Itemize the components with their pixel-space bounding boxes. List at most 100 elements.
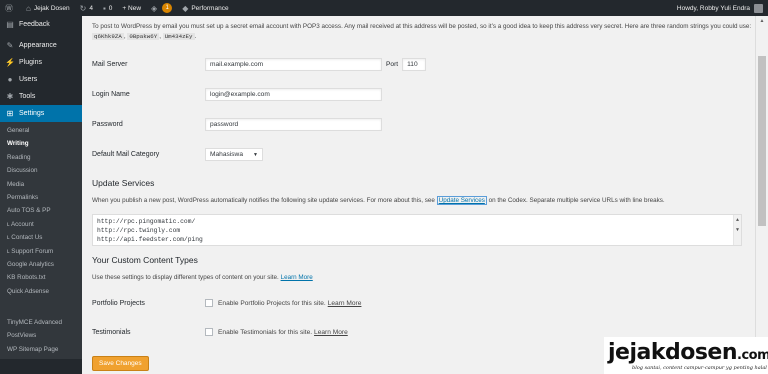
post-via-email-intro: To post to WordPress by email you must s… (92, 23, 752, 40)
scrollbar-thumb[interactable] (758, 56, 766, 226)
random-string-3: Um434zEy (162, 33, 195, 40)
sidebar-item-feedback[interactable]: ▤ Feedback (0, 16, 82, 33)
portfolio-label: Portfolio Projects (92, 299, 145, 307)
avatar (754, 3, 763, 13)
update-services-title: Update Services (92, 178, 155, 188)
main-content: To post to WordPress by email you must s… (82, 16, 755, 374)
submenu-item-writing[interactable]: Writing (0, 137, 82, 150)
update-services-desc-text: When you publish a new post, WordPress a… (92, 197, 435, 204)
portfolio-checkbox[interactable] (205, 299, 213, 307)
sidebar-item-label: Settings (19, 110, 45, 117)
default-mail-category-label: Default Mail Category (92, 151, 160, 158)
custom-content-desc-text: Use these settings to display different … (92, 274, 279, 281)
submenu-item-google-analytics[interactable]: Google Analytics (0, 258, 82, 271)
howdy-text: Howdy, Robby Yuli Endra (676, 4, 750, 12)
custom-content-types-title: Your Custom Content Types (92, 255, 198, 265)
portfolio-row: Portfolio Projects Enable Portfolio Proj… (92, 299, 361, 307)
random-string-1: q6Khk9ZA (92, 33, 124, 40)
submenu-item-quick-adsense[interactable]: Quick Adsense (0, 285, 82, 298)
new-content-menu[interactable]: + New (117, 0, 146, 16)
port-input[interactable]: 110 (402, 58, 427, 71)
selected-category: Mahasiswa (210, 151, 243, 158)
sidebar-item-label: Users (19, 76, 38, 83)
notification-badge: 1 (162, 3, 173, 13)
port-label: Port (386, 61, 399, 68)
submenu-item-contact-us[interactable]: ʟ Contact Us (0, 231, 82, 244)
page-scrollbar[interactable]: ▲ (755, 16, 768, 374)
watermark: jejakdosen.com blog santai, content camp… (604, 337, 768, 374)
shield-icon: ◈ (151, 3, 158, 13)
watermark-logo: jejakdosen.com (608, 340, 768, 365)
submenu-item-robots[interactable]: KB Robots.txt (0, 271, 82, 284)
submenu-item-media[interactable]: Media (0, 178, 82, 191)
submenu-item-discussion[interactable]: Discussion (0, 164, 82, 177)
custom-content-learn-more-link[interactable]: Learn More (281, 274, 313, 281)
portfolio-checkbox-label[interactable]: Enable Portfolio Projects for this site. (218, 300, 326, 307)
password-input[interactable]: password (205, 118, 382, 131)
login-name-label: Login Name (92, 91, 130, 98)
watermark-suffix: .com (737, 348, 768, 363)
sidebar-item-appearance[interactable]: ✎ Appearance (0, 37, 82, 54)
plugin-menu[interactable]: ◈ 1 (146, 0, 177, 16)
submenu-item-postviews[interactable]: PostViews (0, 329, 82, 342)
sidebar-item-plugins[interactable]: ⚡ Plugins (0, 54, 82, 71)
new-content-label: + New (122, 4, 142, 12)
submenu-item-permalinks[interactable]: Permalinks (0, 191, 82, 204)
admin-sidebar: ▤ Feedback ✎ Appearance ⚡ Plugins ● Users ✱ T… (0, 16, 82, 374)
mail-server-label: Mail Server (92, 61, 128, 68)
testimonials-checkbox[interactable] (205, 328, 213, 336)
submenu-item-reading[interactable]: Reading (0, 151, 82, 164)
wordpress-logo-menu[interactable]: Ⓦ (0, 0, 21, 16)
performance-icon: ◆ (182, 3, 189, 13)
users-icon: ● (7, 75, 13, 84)
save-changes-button[interactable]: Save Changes (92, 356, 149, 371)
account-menu[interactable]: Howdy, Robby Yuli Endra (672, 0, 768, 16)
scroll-up-arrow-icon[interactable]: ▲ (756, 16, 768, 26)
submenu-item-auto-tos[interactable]: Auto TOS & PP (0, 204, 82, 217)
updates-count: 4 (89, 4, 93, 12)
updates-menu[interactable]: ↻ 4 (75, 0, 98, 16)
sidebar-item-label: Tools (19, 93, 36, 100)
submenu-item-general[interactable]: General (0, 124, 82, 137)
sidebar-item-settings[interactable]: ⊞ Settings (0, 105, 82, 122)
submenu-item-support-forum[interactable]: ʟ Support Forum (0, 245, 82, 258)
sidebar-item-label: Plugins (19, 59, 42, 66)
settings-submenu: General Writing Reading Discussion Media… (0, 122, 82, 360)
update-services-link[interactable]: Update Services (436, 196, 487, 205)
login-name-input[interactable]: login@example.com (205, 88, 382, 101)
watermark-main-text: jejakdosen (608, 340, 738, 365)
paintbrush-icon: ✎ (6, 41, 14, 50)
login-name-row: Login Name login@example.com (92, 88, 382, 101)
ping-sites-textarea[interactable]: http://rpc.pingomatic.com/ http://rpc.tw… (92, 214, 742, 246)
submenu-item-tinymce[interactable]: TinyMCE Advanced (0, 316, 82, 329)
site-name-menu[interactable]: ⌂ Jejak Dosen (21, 0, 75, 16)
performance-label: Performance (191, 4, 229, 12)
custom-content-description: Use these settings to display different … (92, 274, 313, 281)
settings-icon: ⊞ (6, 109, 14, 118)
mail-server-input[interactable]: mail.example.com (205, 58, 382, 71)
testimonials-label: Testimonials (92, 328, 131, 336)
intro-text: To post to WordPress by email you must s… (92, 23, 752, 30)
wrench-icon: ✱ (6, 92, 14, 101)
testimonials-checkbox-label[interactable]: Enable Testimonials for this site. (218, 329, 312, 336)
testimonials-row: Testimonials Enable Testimonials for thi… (92, 328, 348, 336)
update-services-description: When you publish a new post, WordPress a… (92, 196, 665, 205)
watermark-tagline: blog santai, content campur-campur yg pe… (632, 365, 767, 371)
sidebar-item-users[interactable]: ● Users (0, 71, 82, 88)
submenu-item-sitemap[interactable]: WP Sitemap Page (0, 343, 82, 356)
update-services-desc-text-after: on the Codex. Separate multiple service … (488, 197, 665, 204)
textarea-scrollbar[interactable]: ▲ ▼ (733, 215, 741, 245)
admin-bar: Ⓦ ⌂ Jejak Dosen ↻ 4 ▪ 0 + New ◈ 1 ◆ Performan… (0, 0, 768, 16)
ping-url: http://api.feedster.com/ping (97, 236, 203, 243)
plugin-icon: ⚡ (5, 58, 15, 67)
random-string-2: 0Bpakw6Y (127, 33, 160, 40)
sidebar-item-label: Feedback (19, 21, 50, 28)
submenu-item-account[interactable]: ʟ Account (0, 218, 82, 231)
default-mail-category-select[interactable]: Mahasiswa ▼ (205, 148, 263, 161)
testimonials-learn-more-link[interactable]: Learn More (314, 329, 348, 336)
sidebar-item-tools[interactable]: ✱ Tools (0, 88, 82, 105)
portfolio-learn-more-link[interactable]: Learn More (328, 300, 362, 307)
comments-menu[interactable]: ▪ 0 (98, 0, 117, 16)
performance-menu[interactable]: ◆ Performance (177, 0, 233, 16)
password-label: Password (92, 121, 123, 128)
